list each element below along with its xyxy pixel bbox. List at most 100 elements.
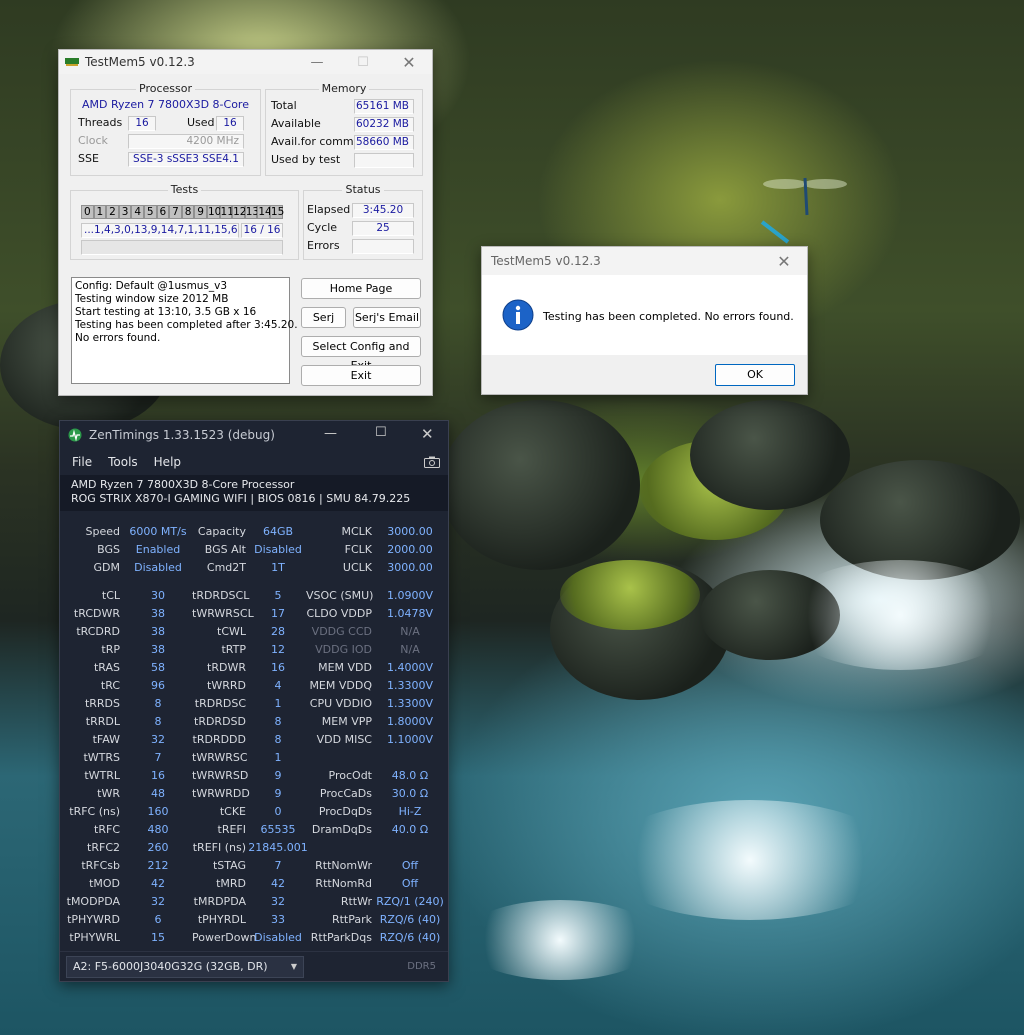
- timing-value: 42: [271, 877, 285, 890]
- timing-value: 58: [151, 661, 165, 674]
- timing-value: 12: [271, 643, 285, 656]
- zt-title-bar[interactable]: ZenTimings 1.33.1523 (debug) — ☐ ✕: [60, 421, 448, 449]
- test-number-cell: 6: [156, 205, 170, 219]
- ok-button[interactable]: OK: [715, 364, 795, 386]
- minimize-button[interactable]: —: [294, 50, 340, 74]
- timing-value: 8: [274, 733, 282, 746]
- test-number-cell: 8: [181, 205, 195, 219]
- threads-field: 16: [128, 116, 156, 131]
- timing-label: RttWr: [340, 895, 372, 908]
- pulse-icon: [68, 428, 82, 442]
- commit-field: 58660 MB: [354, 135, 414, 150]
- timing-value: 6: [154, 913, 162, 926]
- timing-label: tWRWRSC: [192, 751, 248, 764]
- timing-value: 30.0 Ω: [391, 787, 429, 800]
- timing-label: tRP: [101, 643, 120, 656]
- menu-tools[interactable]: Tools: [108, 455, 138, 469]
- processor-group: Processor AMD Ryzen 7 7800X3D 8-Core Thr…: [70, 82, 261, 176]
- test-number-cell: 11: [219, 205, 234, 219]
- timing-value: 30: [151, 589, 165, 602]
- dialog-close-button[interactable]: ✕: [761, 247, 807, 275]
- timing-label: tCKE: [219, 805, 246, 818]
- timing-label: MEM VDDQ: [309, 679, 372, 692]
- timing-label: tRDRDSCL: [192, 589, 250, 602]
- timing-label: CLDO VDDP: [306, 607, 372, 620]
- menu-file[interactable]: File: [72, 455, 92, 469]
- foam: [460, 900, 660, 980]
- timing-value: 1.1000V: [386, 733, 433, 746]
- select-config-button[interactable]: Select Config and Exit: [301, 336, 421, 372]
- cycle-label: Cycle: [307, 221, 338, 234]
- timing-label: tRAS: [93, 661, 120, 674]
- timing-label: tRFCsb: [81, 859, 120, 872]
- timing-value: 33: [271, 913, 285, 926]
- timing-label: Capacity: [197, 525, 246, 538]
- zt-window-title: ZenTimings 1.33.1523 (debug): [89, 428, 275, 442]
- test-number-cell: 2: [106, 205, 119, 219]
- timing-value: 1.3300V: [386, 697, 433, 710]
- log-box[interactable]: Config: Default @1usmus_v3 Testing windo…: [71, 277, 298, 384]
- cpu-name: AMD Ryzen 7 7800X3D 8-Core: [82, 98, 249, 111]
- timing-label: BGS: [97, 543, 120, 556]
- testmem-window: TestMem5 v0.12.3 — ☐ ✕ Processor AMD Ryz…: [58, 49, 433, 396]
- timing-label: MEM VDD: [318, 661, 372, 674]
- camera-icon[interactable]: [424, 456, 440, 468]
- test-sequence-field: ...1,4,3,0,13,9,14,7,1,11,15,6: [81, 223, 239, 238]
- close-button[interactable]: ✕: [386, 50, 432, 74]
- commit-label: Avail.for commit: [271, 135, 361, 148]
- timing-value: 212: [147, 859, 169, 872]
- timing-label: tWTRS: [83, 751, 120, 764]
- timing-label: tRDRDSD: [194, 715, 246, 728]
- test-number-cell: 1: [93, 205, 107, 219]
- timing-value: 1.8000V: [386, 715, 433, 728]
- timing-value: 16: [271, 661, 285, 674]
- home-page-button[interactable]: Home Page: [301, 278, 421, 299]
- test-number-cell: 9: [194, 205, 207, 219]
- test-number-cell: 3: [118, 205, 132, 219]
- timing-label: DramDqDs: [311, 823, 372, 836]
- threads-label: Threads: [78, 116, 123, 129]
- timing-value: 32: [151, 895, 165, 908]
- clock-field: 4200 MHz: [128, 134, 244, 149]
- timing-value: 21845.001: [248, 841, 308, 854]
- usedbytest-label: Used by test: [271, 153, 341, 166]
- timing-label: tWRWRSD: [192, 769, 249, 782]
- memory-caption: Memory: [318, 82, 370, 95]
- zt-minimize-button[interactable]: —: [324, 426, 337, 441]
- timing-value: 2000.00: [387, 543, 433, 556]
- errors-label: Errors: [307, 239, 340, 252]
- menu-help[interactable]: Help: [154, 455, 181, 469]
- timing-label: GDM: [93, 561, 121, 574]
- serj-button[interactable]: Serj: [301, 307, 346, 328]
- serj-email-button[interactable]: Serj's Email: [353, 307, 421, 328]
- timing-value: RZQ/6 (40): [379, 913, 441, 926]
- memory-group: Memory Total 65161 MB Available 60232 MB…: [265, 82, 423, 176]
- ram-icon: [65, 58, 79, 66]
- timing-value: 96: [151, 679, 165, 692]
- elapsed-label: Elapsed: [307, 203, 351, 216]
- foam: [600, 800, 900, 920]
- timing-label: tWTRL: [84, 769, 120, 782]
- zt-maximize-button[interactable]: ☐: [375, 425, 387, 440]
- timing-label: MCLK: [341, 525, 372, 538]
- maximize-button[interactable]: ☐: [340, 50, 386, 74]
- timing-value: 9: [274, 787, 282, 800]
- timing-value: Enabled: [135, 543, 181, 556]
- timing-label: VDDG IOD: [315, 643, 372, 656]
- timing-label: tRRDS: [84, 697, 120, 710]
- timing-value: 8: [154, 697, 162, 710]
- zt-close-button[interactable]: ✕: [421, 425, 434, 443]
- test-number-cell: 7: [169, 205, 182, 219]
- window-title: TestMem5 v0.12.3: [85, 55, 195, 69]
- test-number-cell: 15: [269, 205, 285, 219]
- timing-label: tREFI (ns): [192, 841, 246, 854]
- module-select[interactable]: A2: F5-6000J3040G32G (32GB, DR) ▼: [66, 956, 304, 978]
- timing-value: 1.0900V: [386, 589, 433, 602]
- zt-system-info: AMD Ryzen 7 7800X3D 8-Core Processor ROG…: [60, 475, 448, 511]
- errors-field: [352, 239, 414, 254]
- timing-label: RttNomWr: [315, 859, 372, 872]
- test-progress-bar: [81, 240, 283, 255]
- total-field: 65161 MB: [354, 99, 414, 114]
- exit-button[interactable]: Exit: [301, 365, 421, 386]
- dialog-title-bar[interactable]: TestMem5 v0.12.3: [482, 247, 807, 275]
